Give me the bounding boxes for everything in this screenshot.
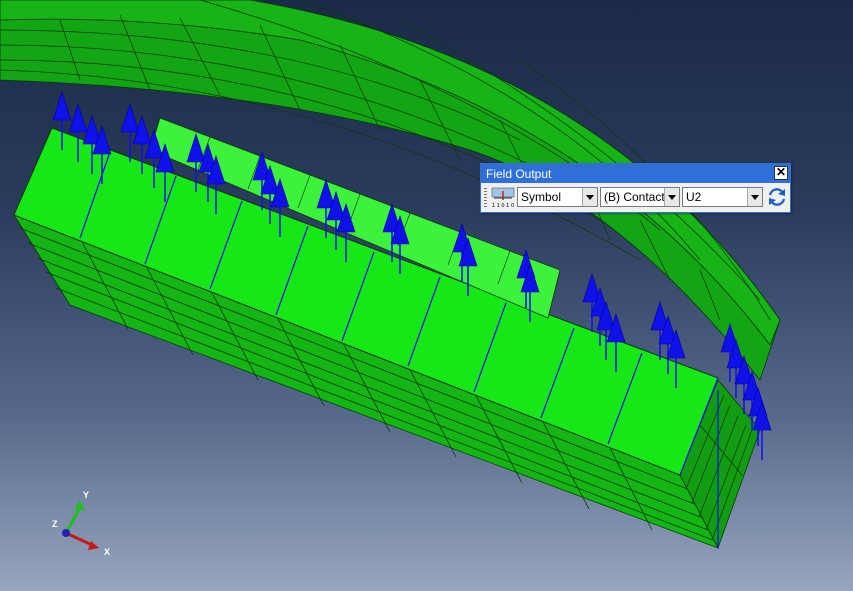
chevron-down-icon[interactable] [747, 188, 762, 206]
field-output-toolbar[interactable]: Field Output ✕ 1 1 0 1 0 Symbol (B) Cont… [480, 163, 791, 213]
displacement-arrow-head [52, 91, 72, 121]
displacement-arrow-head [120, 103, 140, 133]
field-output-dialog-button[interactable]: 1 1 0 1 0 [490, 185, 516, 210]
field-output-icon-caption: 1 1 0 1 0 [492, 203, 514, 209]
refresh-icon [768, 188, 786, 206]
axis-label-y: Y [83, 490, 90, 500]
field-output-icon: 1 1 0 1 0 [491, 187, 515, 209]
close-icon[interactable]: ✕ [774, 166, 788, 180]
variable-select-value: U2 [686, 190, 702, 204]
chevron-down-icon[interactable] [582, 188, 597, 206]
field-output-title: Field Output [486, 166, 552, 181]
field-output-titlebar[interactable]: Field Output [481, 164, 790, 183]
variable-select[interactable]: U2 [682, 187, 763, 207]
plot-mode-select[interactable]: Symbol [517, 187, 598, 207]
toolbar-grip-handle[interactable] [484, 188, 487, 207]
mesh-render[interactable] [0, 0, 853, 591]
viewport-3d[interactable]: Y X Z Field Output ✕ 1 1 0 1 0 Symbol (B… [0, 0, 853, 591]
step-select[interactable]: (B) Contact: [600, 187, 680, 207]
plot-mode-value: Symbol [521, 190, 562, 204]
chevron-down-icon[interactable] [664, 188, 679, 206]
axis-label-x: X [104, 547, 111, 557]
axis-label-z: Z [52, 519, 58, 529]
displacement-arrow-head [68, 103, 88, 133]
refresh-button[interactable] [766, 186, 788, 208]
step-select-value: (B) Contact: [604, 190, 669, 204]
